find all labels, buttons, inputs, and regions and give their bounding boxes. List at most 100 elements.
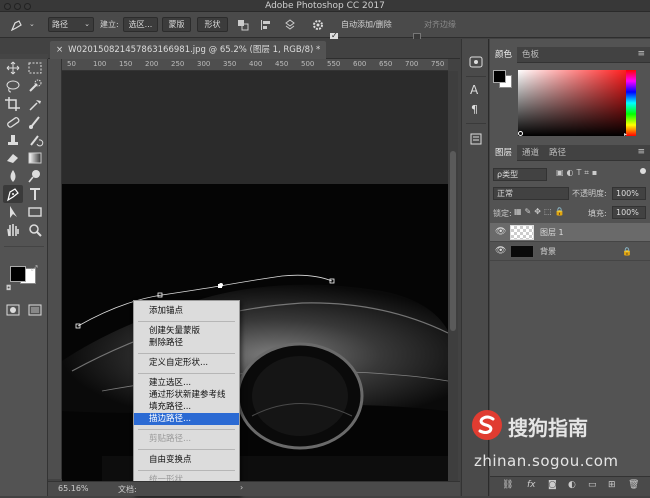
crop-icon[interactable] [4,96,22,112]
hand-icon[interactable] [4,222,22,238]
layer-row-layer1[interactable]: 👁 图层 1 [490,223,650,242]
opacity-input[interactable]: 100% [612,187,646,200]
panel-menu-icon[interactable]: ≡ [637,147,645,157]
history-panel-icon[interactable] [468,55,484,69]
type-icon[interactable] [26,186,44,202]
toolbox-grip[interactable] [0,54,48,59]
history-brush-icon[interactable] [26,132,44,148]
tab-paths[interactable]: 路径 [544,145,571,161]
status-menu-chevron-icon[interactable]: › [240,483,243,492]
layers-panel-tabbar: 图层 通道 路径 ≡ [490,145,650,161]
link-layers-icon[interactable]: ⛓ [502,480,513,490]
menu-item-new-guides-from-shape[interactable]: 通过形状新建参考线 [134,389,239,401]
filter-toggle-icon[interactable] [640,168,646,174]
add-mask-icon[interactable]: ◙ [548,480,557,490]
new-group-icon[interactable]: ▭ [588,480,597,490]
menu-item-create-vector-mask[interactable]: 创建矢量蒙版 [134,325,239,337]
menu-item-define-custom-shape[interactable]: 定义自定形状... [134,357,239,369]
adjustment-layer-icon[interactable]: ◐ [568,480,576,490]
new-layer-icon[interactable]: ⊞ [608,480,616,490]
menu-item-add-anchor[interactable]: 添加锚点 [134,305,239,317]
properties-panel-icon[interactable] [469,132,483,146]
lock-icons[interactable]: ▦✎✥⬚🔒 [514,207,567,216]
eyedropper-icon[interactable] [26,96,44,112]
ruler-tick-label: 150 [119,60,133,68]
eye-icon[interactable]: 👁 [495,223,506,242]
color-picker-cursor[interactable] [518,131,523,136]
zoom-level[interactable]: 65.16% [58,484,89,493]
gradient-icon[interactable] [26,150,44,166]
layer-thumbnail [510,225,534,240]
dodge-icon[interactable] [26,168,44,184]
vertical-ruler[interactable] [48,59,62,479]
hue-slider[interactable] [626,70,636,136]
document-tab-bar: × W020150821457863166981.jpg @ 65.2% (图层 … [48,39,460,59]
color-field[interactable] [518,70,628,136]
ruler-tick-label: 700 [405,60,419,68]
quick-mask-icon[interactable] [4,302,22,318]
foreground-color-chip[interactable] [493,70,506,83]
document-tab[interactable]: × W020150821457863166981.jpg @ 65.2% (图层 … [50,41,327,59]
rectangle-icon[interactable] [26,204,44,220]
paragraph-panel-icon[interactable]: ¶ [471,103,478,116]
tab-layers[interactable]: 图层 [490,145,518,161]
selection-button[interactable]: 选区... [123,17,158,32]
tab-color[interactable]: 颜色 [490,47,518,63]
panel-menu-icon[interactable]: ≡ [637,49,645,59]
sogou-logo-icon [472,410,502,440]
ruler-tick-label: 250 [171,60,185,68]
eraser-icon[interactable] [4,150,22,166]
menu-item-fill-path[interactable]: 填充路径... [134,401,239,413]
tab-channels[interactable]: 通道 [517,145,544,161]
swap-colors-icon[interactable]: ⤢ [31,264,37,274]
layer-filter-icons[interactable]: ▣◐T⌗▪ [556,168,600,178]
horizontal-ruler[interactable]: 50 100 150 200 250 300 350 400 450 500 550 600 650 70… [62,59,448,71]
move-icon[interactable] [4,60,22,76]
foreground-color-swatch[interactable] [10,266,26,282]
tab-swatches[interactable]: 色板 [517,47,544,63]
default-colors-icon[interactable]: ◘ [6,284,12,292]
marquee-icon[interactable] [26,60,44,76]
path-alignment-icon[interactable] [260,19,272,31]
layer-style-icon[interactable]: fx [527,480,536,490]
fill-input[interactable]: 100% [612,206,646,219]
gear-icon[interactable] [312,19,324,31]
canvas-image[interactable] [62,71,448,481]
brush-icon[interactable] [26,114,44,130]
menu-item-free-transform-points[interactable]: 自由变换点 [134,454,239,466]
pen-icon[interactable] [10,19,24,31]
screen-mode-icon[interactable] [26,302,44,318]
lock-icon: 🔒 [622,247,632,256]
shape-button[interactable]: 形状 [197,17,228,32]
path-select-icon[interactable] [4,204,22,220]
menu-item-stroke-path[interactable]: 描边路径... [134,413,239,425]
layer-filter-select[interactable]: ρ类型 [493,168,547,181]
mask-button[interactable]: 蒙版 [162,17,191,32]
healing-icon[interactable] [4,114,22,130]
eye-icon[interactable]: 👁 [495,242,506,261]
blend-mode-select[interactable]: 正常 [493,187,569,200]
trash-icon[interactable]: 🗑 [628,480,639,490]
vertical-scrollbar[interactable] [448,71,458,481]
menu-item-make-selection[interactable]: 建立选区... [134,377,239,389]
zoom-icon[interactable] [26,222,44,238]
hue-slider-handle-icon[interactable]: ▸ [624,131,627,138]
path-arrangement-icon[interactable] [284,19,296,31]
mode-select[interactable]: 路径 ⌄ [48,17,94,32]
menu-item-delete-path[interactable]: 删除路径 [134,337,239,349]
layer-thumbnail [510,245,534,258]
path-operations-icon[interactable] [237,19,249,31]
canvas-area[interactable] [62,71,448,481]
character-panel-icon[interactable]: A [470,83,478,97]
mode-select-value: 路径 [52,20,68,29]
pen-icon[interactable] [4,186,22,202]
blur-icon[interactable] [4,168,22,184]
scrollbar-thumb[interactable] [450,151,456,331]
quick-select-icon[interactable] [26,78,44,94]
layer-row-background[interactable]: 👁 背景 🔒 [490,242,650,261]
close-icon[interactable]: × [56,45,63,55]
dock-divider [466,76,486,77]
lasso-icon[interactable] [4,78,22,94]
chevron-down-icon[interactable]: ⌄ [29,17,35,32]
stamp-icon[interactable] [4,132,22,148]
